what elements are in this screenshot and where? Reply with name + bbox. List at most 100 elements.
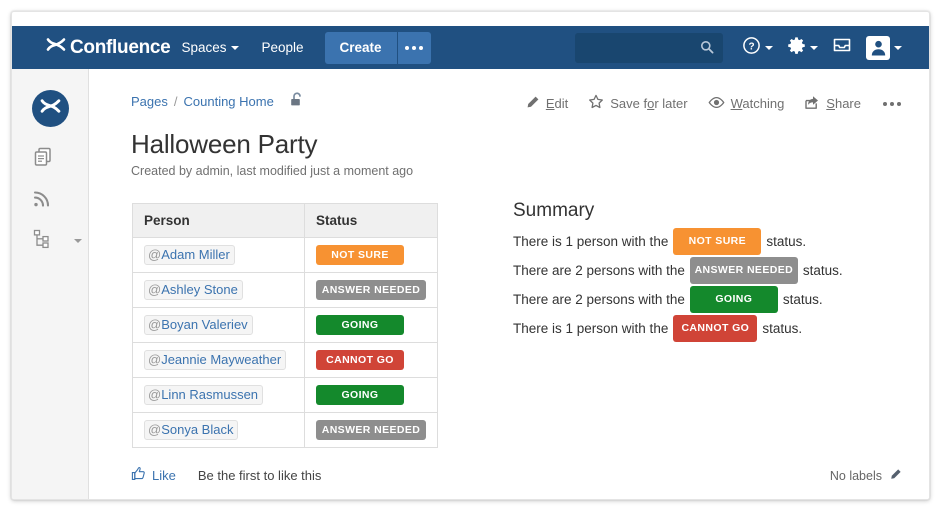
summary-line: There is 1 person with the CANNOT GO sta… [513,315,843,342]
chevron-down-icon[interactable] [74,239,82,243]
help-icon: ? [742,36,761,60]
like-bar: Like Be the first to like this [131,466,321,484]
summary-section: Summary There is 1 person with the NOT S… [513,200,843,344]
table-row: @Sonya Black ANSWER NEEDED [132,412,438,448]
help-menu[interactable]: ? [735,26,780,69]
status-badge[interactable]: GOING [316,315,404,335]
share-icon [804,95,820,113]
share-label: Share [826,96,861,111]
header-right-group: ? [575,26,929,69]
page-content: Pages / Counting Home Halloween Party Cr… [89,69,929,499]
summary-line-suffix: status. [782,292,823,307]
people-status-table: Person Status @Adam Miller NOT SURE @Ash… [132,203,438,448]
status-badge[interactable]: NOT SURE [316,245,404,265]
page-action-bar: Edit Save for later Watching Share [525,94,901,113]
create-more-button[interactable] [396,31,431,64]
space-avatar[interactable] [32,90,69,127]
nav-item-people[interactable]: People [250,26,314,69]
summary-line-prefix: There are 2 persons with the [513,292,685,307]
notifications-button[interactable] [825,26,859,69]
user-mention[interactable]: @Jeannie Mayweather [144,350,287,370]
user-mention[interactable]: @Linn Rasmussen [144,385,264,405]
table-row: @Adam Miller NOT SURE [132,237,438,273]
nav-item-people-label: People [261,40,304,55]
inbox-icon [832,36,852,59]
pencil-icon[interactable] [889,468,902,484]
thumbs-up-icon [131,466,146,484]
sidebar-item-blog[interactable] [32,186,69,216]
user-mention[interactable]: @Adam Miller [144,245,235,265]
profile-menu[interactable] [859,26,909,69]
status-badge[interactable]: ANSWER NEEDED [316,420,426,440]
edit-label: Edit [545,96,569,111]
cell-person: @Linn Rasmussen [132,377,305,413]
cell-status: GOING [304,307,438,343]
breadcrumb: Pages / Counting Home [131,92,304,111]
status-badge: NOT SURE [673,228,762,255]
watching-button[interactable]: Watching [708,96,785,112]
cell-person: @Ashley Stone [132,272,305,308]
table-body: @Adam Miller NOT SURE @Ashley Stone ANSW… [132,237,438,448]
cell-person: @Sonya Black [132,412,305,448]
nav-item-spaces[interactable]: Spaces [170,26,250,69]
status-badge[interactable]: ANSWER NEEDED [316,280,426,300]
confluence-logo[interactable]: Confluence [45,34,171,61]
open-padlock-icon[interactable] [290,92,304,111]
pencil-icon [525,95,540,113]
sidebar-item-page-tree[interactable] [32,226,69,256]
table-head: Person Status [132,203,438,238]
pages-icon [32,146,54,173]
summary-line-prefix: There is 1 person with the [513,234,669,249]
user-mention[interactable]: @Boyan Valeriev [144,315,253,335]
rss-blog-icon [32,188,53,214]
labels-text: No labels [829,469,882,483]
labels-bar[interactable]: No labels [830,468,902,484]
user-avatar-icon [866,35,890,60]
like-button[interactable]: Like [131,466,176,484]
create-group: Create [324,31,431,64]
breadcrumb-item-pages[interactable]: Pages [131,94,168,109]
browser-frame: Confluence Spaces People Create ? Pages … [11,11,930,500]
summary-line-suffix: status. [762,321,803,336]
ellipsis-icon [405,45,424,50]
settings-menu[interactable] [780,26,825,69]
save-for-later-button[interactable]: Save for later [588,94,688,113]
cell-status: ANSWER NEEDED [304,272,438,308]
chevron-down-icon [810,45,818,50]
status-badge: ANSWER NEEDED [689,257,798,284]
edit-button[interactable]: Edit [525,95,568,113]
share-button[interactable]: Share [804,95,861,113]
like-label: Like [152,467,176,483]
summary-line-prefix: There are 2 persons with the [513,263,685,278]
star-icon [588,94,604,113]
search-box[interactable] [575,32,723,63]
user-mention[interactable]: @Sonya Black [144,420,239,440]
status-badge: CANNOT GO [673,315,758,342]
status-badge: GOING [689,286,778,313]
page-tree-icon [32,228,54,255]
space-sidebar [12,69,89,499]
create-button[interactable]: Create [324,31,397,64]
column-header-person: Person [132,203,305,238]
status-badge[interactable]: CANNOT GO [316,350,404,370]
summary-line: There are 2 persons with the ANSWER NEED… [513,257,843,284]
cell-status: ANSWER NEEDED [304,412,438,448]
confluence-space-avatar-icon [39,95,62,122]
chevron-down-icon [765,45,773,50]
breadcrumb-item-counting-home[interactable]: Counting Home [184,94,274,109]
page-meta: Created by admin, last modified just a m… [131,164,414,178]
sidebar-item-pages[interactable] [32,144,69,174]
user-mention[interactable]: @Ashley Stone [144,280,243,300]
cell-status: CANNOT GO [304,342,438,378]
watching-label: Watching [730,96,785,111]
more-actions-button[interactable] [881,101,901,106]
cell-person: @Adam Miller [132,237,305,273]
svg-text:?: ? [748,41,754,52]
confluence-logo-icon [45,34,67,61]
table-header-row: Person Status [132,203,438,238]
summary-heading: Summary [513,200,595,221]
status-badge[interactable]: GOING [316,385,404,405]
eye-icon [708,96,725,112]
search-icon [700,40,714,59]
chevron-down-icon [894,45,902,50]
